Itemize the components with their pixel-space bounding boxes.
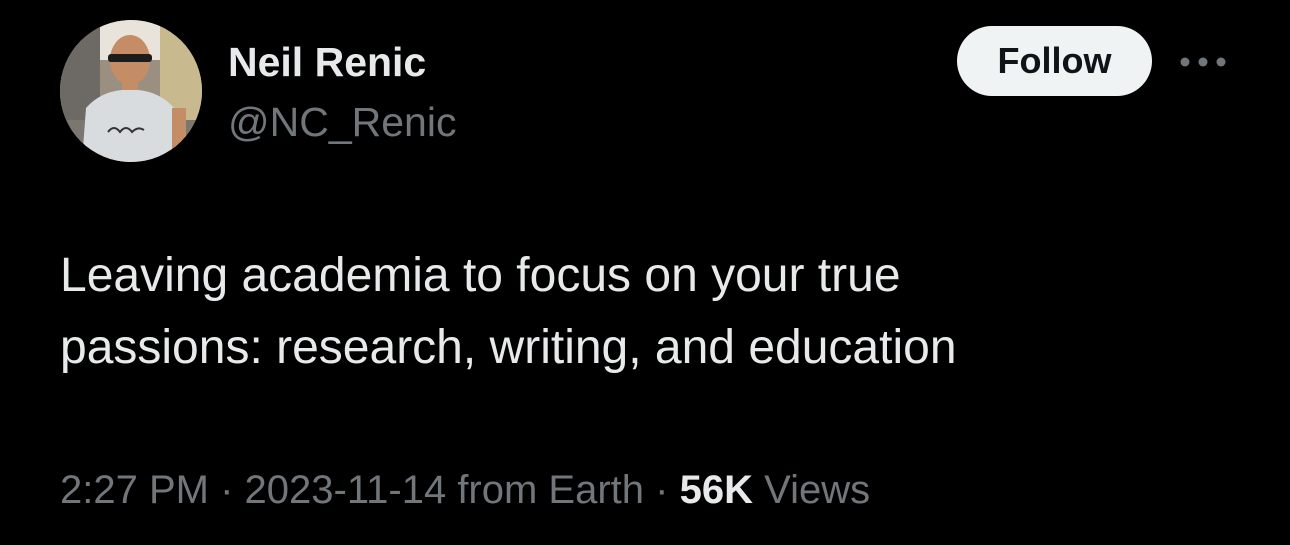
author-info: Neil Renic @NC_Renic bbox=[228, 36, 456, 148]
tweet-text: Leaving academia to focus on your true p… bbox=[60, 249, 957, 374]
tweet-source: from Earth bbox=[457, 468, 645, 512]
follow-button[interactable]: Follow bbox=[957, 26, 1152, 96]
more-options-button[interactable] bbox=[1178, 48, 1228, 76]
views-count[interactable]: 56K bbox=[680, 468, 753, 512]
meta-separator: · bbox=[220, 468, 234, 512]
avatar-image bbox=[60, 20, 202, 162]
tweet-time[interactable]: 2:27 PM bbox=[60, 468, 209, 512]
author-display-name[interactable]: Neil Renic bbox=[228, 36, 456, 88]
tweet-card: Neil Renic @NC_Renic Follow Leaving acad… bbox=[0, 0, 1290, 545]
tweet-date[interactable]: 2023-11-14 bbox=[245, 468, 447, 512]
views-label: Views bbox=[764, 468, 871, 512]
tweet-meta: 2:27 PM · 2023-11-14 from Earth · 56K Vi… bbox=[60, 462, 870, 518]
author-handle[interactable]: @NC_Renic bbox=[228, 96, 456, 148]
more-horizontal-icon bbox=[1180, 57, 1226, 67]
avatar[interactable] bbox=[60, 20, 202, 162]
meta-separator: · bbox=[655, 468, 669, 512]
